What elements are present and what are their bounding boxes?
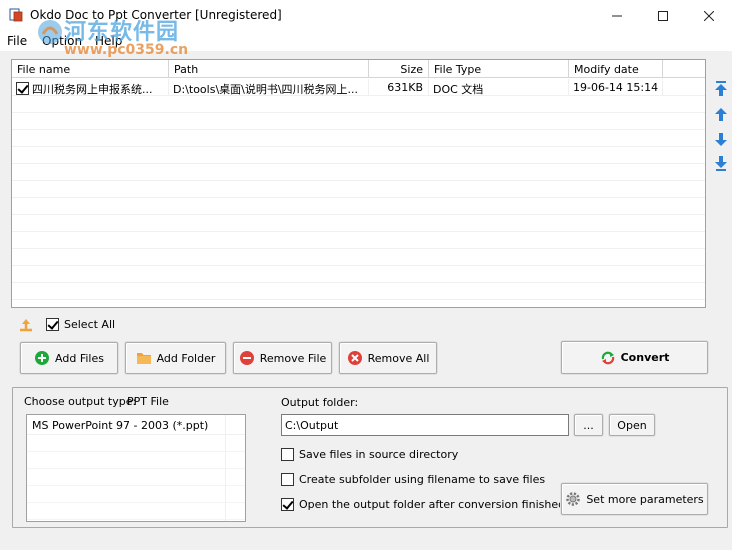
list-grid-row (27, 469, 245, 486)
list-grid-row (27, 435, 245, 452)
app-icon (9, 8, 23, 22)
file-list[interactable]: File name Path Size File Type Modify dat… (11, 59, 706, 308)
up-level-icon[interactable] (18, 316, 36, 332)
empty-row (12, 283, 705, 300)
output-type-value: PPT File (127, 395, 169, 408)
convert-icon (601, 351, 614, 364)
file-name: 四川税务网上申报系统... (32, 83, 153, 96)
move-bottom-icon[interactable] (713, 154, 729, 172)
open-button[interactable]: Open (609, 414, 655, 436)
column-header-path[interactable]: Path (169, 60, 369, 78)
row-checkbox[interactable] (16, 82, 29, 95)
file-size: 631KB (369, 79, 429, 96)
menu-file[interactable]: File (7, 34, 27, 48)
column-header-file-name[interactable]: File name (12, 60, 169, 78)
open-output-folder-checkbox[interactable] (281, 497, 294, 511)
column-header-size[interactable]: Size (369, 60, 429, 78)
list-grid-row (27, 503, 245, 520)
menu-bar: File Option Help (0, 31, 732, 51)
minimize-icon (612, 15, 622, 16)
file-path: D:\tools\桌面\说明书\四川税务网上... (169, 79, 369, 96)
select-all-check[interactable] (46, 318, 59, 331)
move-up-icon[interactable] (713, 106, 729, 124)
remove-icon (239, 351, 254, 365)
add-icon (35, 351, 50, 365)
create-subfolder-checkbox[interactable] (281, 472, 294, 486)
remove-file-button[interactable]: Remove File (233, 342, 332, 374)
empty-row (12, 215, 705, 232)
select-all-checkbox[interactable]: Select All (46, 318, 115, 331)
title-bar: Okdo Doc to Ppt Converter [Unregistered] (0, 0, 732, 31)
add-folder-button[interactable]: Add Folder (125, 342, 226, 374)
window-title: Okdo Doc to Ppt Converter [Unregistered] (30, 8, 282, 22)
option-open-output-folder[interactable]: Open the output folder after conversion … (281, 497, 565, 511)
remove-all-icon (347, 351, 362, 365)
close-button[interactable] (686, 0, 732, 31)
select-all-label: Select All (64, 318, 116, 331)
empty-row (12, 181, 705, 198)
column-header-empty (663, 60, 705, 78)
set-more-parameters-button[interactable]: Set more parameters (561, 483, 708, 515)
move-down-icon[interactable] (713, 130, 729, 148)
column-header-modify-date[interactable]: Modify date (569, 60, 663, 78)
menu-help[interactable]: Help (95, 34, 122, 48)
remove-all-label: Remove All (367, 351, 430, 365)
move-top-icon[interactable] (713, 80, 729, 98)
browse-button[interactable]: ... (574, 414, 603, 436)
file-type: DOC 文档 (429, 79, 569, 96)
empty-row (12, 96, 705, 113)
menu-option[interactable]: Option (42, 34, 82, 48)
empty-row (12, 232, 705, 249)
maximize-button[interactable] (640, 0, 686, 31)
table-row[interactable]: 四川税务网上申报系统... D:\tools\桌面\说明书\四川税务网上... … (12, 79, 705, 96)
file-list-header: File name Path Size File Type Modify dat… (12, 60, 705, 78)
output-type-option[interactable]: MS PowerPoint 97 - 2003 (*.ppt) (27, 415, 245, 435)
minimize-button[interactable] (594, 0, 640, 31)
empty-row (12, 266, 705, 283)
empty-row (12, 147, 705, 164)
output-folder-label: Output folder: (281, 396, 359, 409)
convert-button[interactable]: Convert (561, 341, 708, 374)
option-save-in-source[interactable]: Save files in source directory (281, 447, 458, 461)
option-create-subfolder[interactable]: Create subfolder using filename to save … (281, 472, 545, 486)
output-folder-input[interactable]: C:\Output (281, 414, 569, 436)
remove-all-button[interactable]: Remove All (339, 342, 437, 374)
maximize-icon (658, 10, 668, 21)
convert-label: Convert (620, 351, 670, 364)
list-grid-row (27, 452, 245, 469)
set-more-label: Set more parameters (586, 492, 704, 506)
list-grid-row (27, 486, 245, 503)
output-type-label: Choose output type: (24, 395, 137, 408)
column-header-file-type[interactable]: File Type (429, 60, 569, 78)
close-icon (704, 10, 714, 21)
file-list-body: 四川税务网上申报系统... D:\tools\桌面\说明书\四川税务网上... … (12, 79, 705, 307)
empty-row (12, 164, 705, 181)
add-files-button[interactable]: Add Files (20, 342, 118, 374)
gear-icon (566, 492, 581, 506)
empty-row (12, 249, 705, 266)
add-files-label: Add Files (55, 351, 104, 365)
empty-row (12, 113, 705, 130)
save-in-source-label: Save files in source directory (299, 447, 459, 461)
folder-icon (136, 353, 151, 364)
remove-file-label: Remove File (259, 351, 327, 365)
create-subfolder-label: Create subfolder using filename to save … (299, 472, 546, 486)
list-grid-col (225, 415, 226, 521)
file-name-cell: 四川税务网上申报系统... (12, 79, 169, 96)
file-modified: 19-06-14 15:14 (569, 79, 663, 96)
add-folder-label: Add Folder (156, 351, 216, 365)
open-output-folder-label: Open the output folder after conversion … (299, 497, 566, 511)
output-type-list[interactable]: MS PowerPoint 97 - 2003 (*.ppt) (26, 414, 246, 522)
empty-row (12, 198, 705, 215)
save-in-source-checkbox[interactable] (281, 447, 294, 461)
empty-row (12, 130, 705, 147)
